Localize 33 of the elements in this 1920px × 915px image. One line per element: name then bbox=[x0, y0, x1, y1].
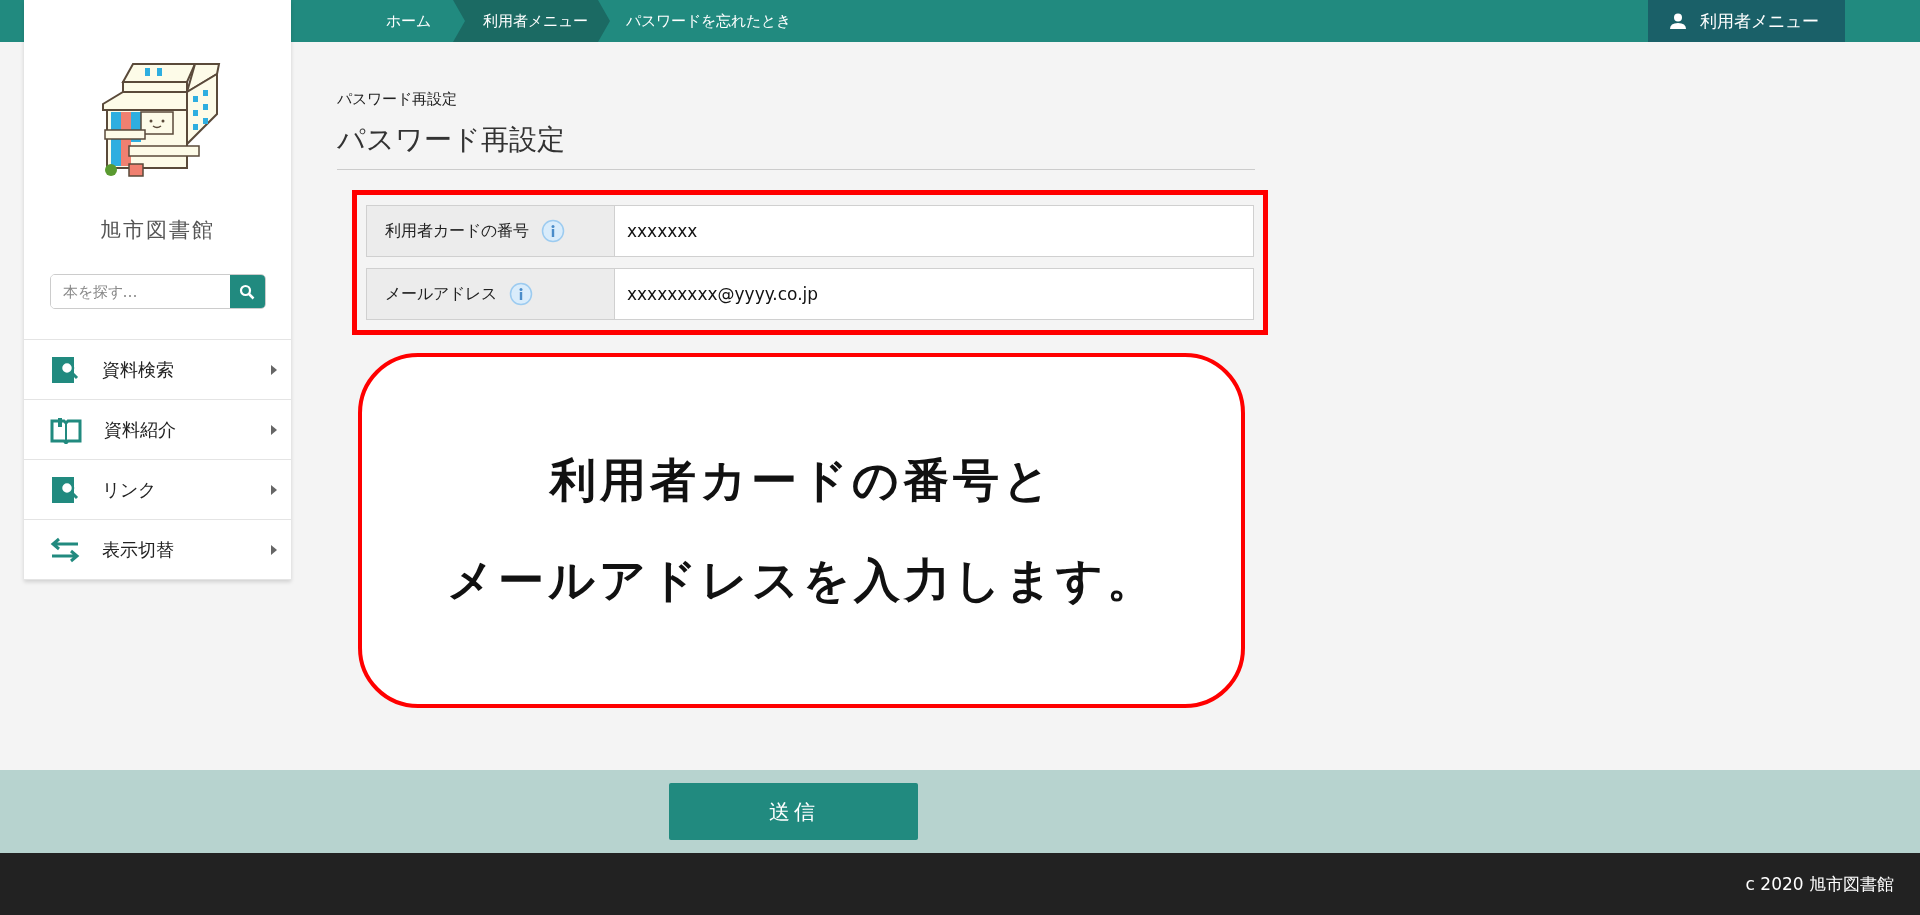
caret-icon bbox=[271, 484, 277, 495]
search-icon bbox=[239, 283, 255, 300]
open-book-icon bbox=[50, 415, 82, 444]
copyright-text: c 2020 旭市図書館 bbox=[1745, 872, 1894, 896]
search-button[interactable] bbox=[229, 275, 265, 308]
book-magnifier-icon bbox=[50, 354, 80, 385]
callout-text: 利用者カードの番号と bbox=[549, 451, 1054, 509]
library-name: 旭市図書館 bbox=[100, 217, 215, 244]
sidebar-menu-item[interactable]: 資料検索 bbox=[24, 340, 291, 400]
user-menu-button[interactable]: 利用者メニュー bbox=[1648, 0, 1845, 42]
user-icon bbox=[1670, 13, 1686, 29]
caret-icon bbox=[271, 424, 277, 435]
caret-icon bbox=[271, 544, 277, 555]
submit-button[interactable]: 送信 bbox=[669, 783, 918, 840]
breadcrumb-link[interactable]: ホーム bbox=[370, 0, 453, 42]
page-subtitle: パスワード再設定 bbox=[337, 90, 457, 109]
input-field[interactable]: xxxxxxxxx@yyyy.co.jp bbox=[615, 268, 1254, 320]
breadcrumb-link[interactable]: パスワードを忘れたとき bbox=[610, 0, 813, 42]
sidebar-menu-item[interactable]: リンク bbox=[24, 460, 291, 520]
info-icon[interactable] bbox=[541, 219, 565, 243]
info-icon[interactable] bbox=[509, 282, 533, 306]
caret-icon bbox=[271, 364, 277, 375]
callout-text: メールアドレスを入力します。 bbox=[446, 551, 1157, 609]
page-title: パスワード再設定 bbox=[337, 121, 1255, 170]
input-field[interactable]: xxxxxxx bbox=[615, 205, 1254, 257]
sidebar-menu-item[interactable]: 資料紹介 bbox=[24, 400, 291, 460]
breadcrumb-link[interactable]: 利用者メニュー bbox=[453, 0, 610, 42]
field-label: メールアドレス bbox=[385, 283, 497, 305]
swap-arrows-icon bbox=[50, 536, 80, 563]
search-field[interactable]: 本を探す… bbox=[49, 274, 266, 309]
book-magnifier-icon bbox=[50, 474, 80, 505]
field-label: 利用者カードの番号 bbox=[385, 220, 529, 242]
sidebar-menu-item[interactable]: 表示切替 bbox=[24, 520, 291, 580]
